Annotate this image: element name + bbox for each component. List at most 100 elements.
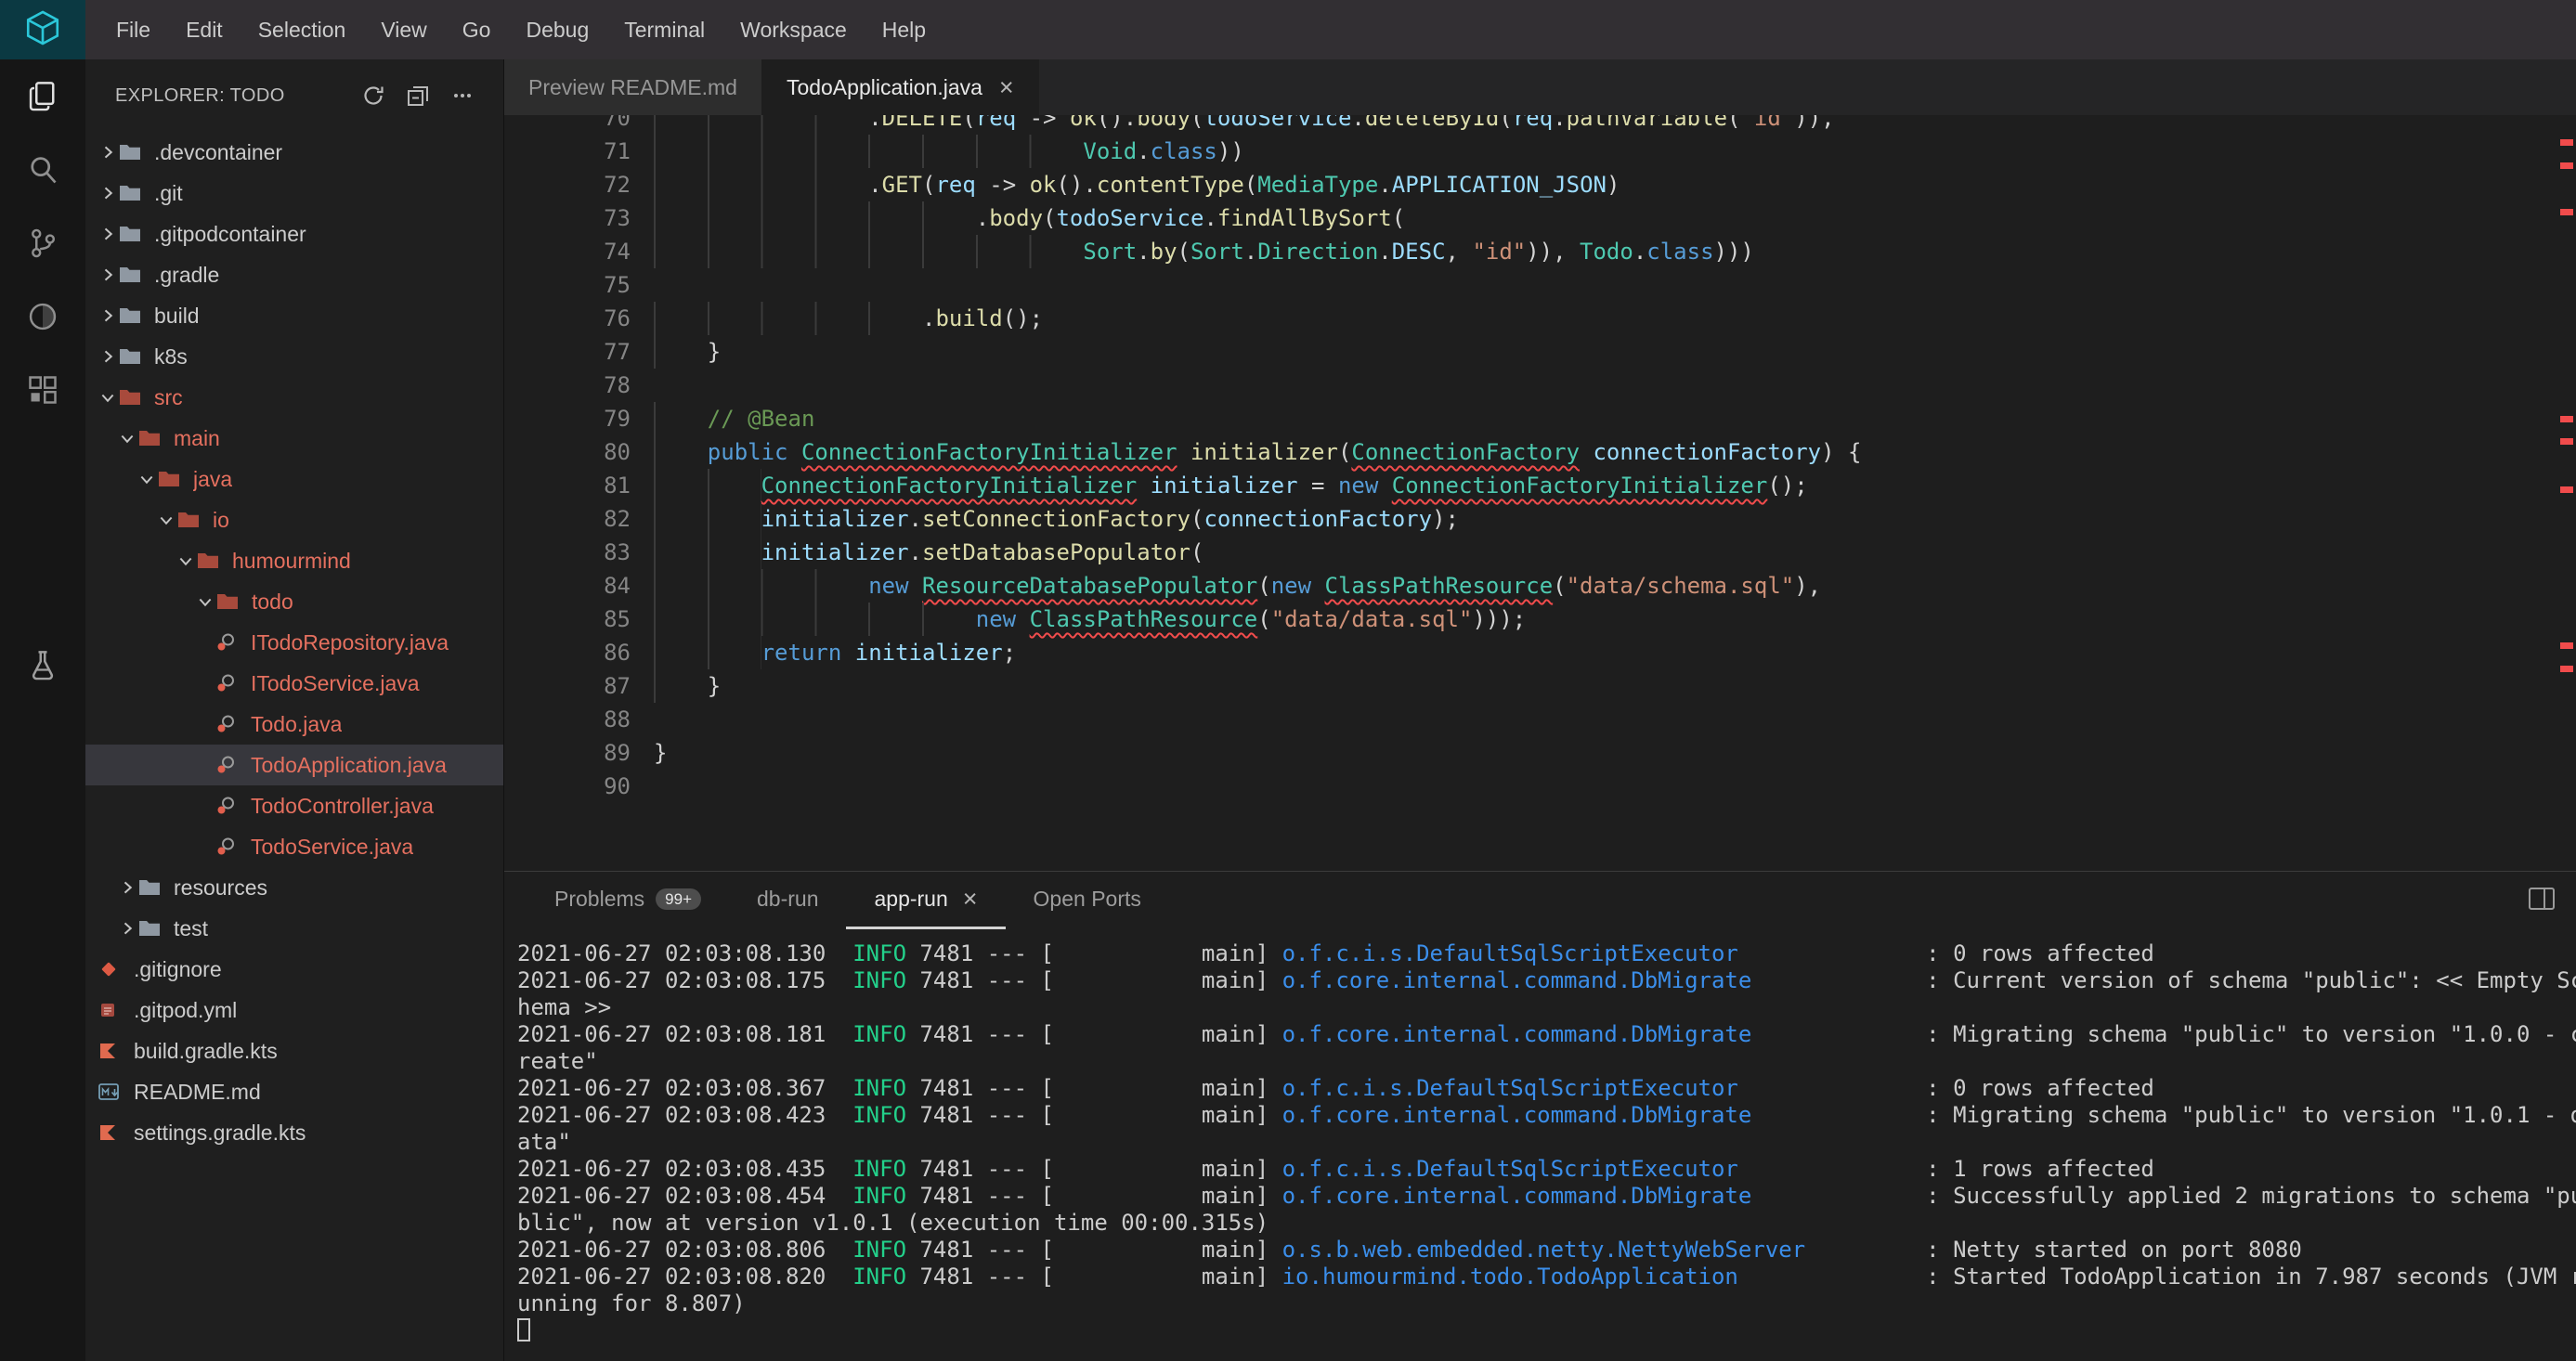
editor-tab[interactable]: Preview README.md [504,59,762,115]
line-number: 84 [504,569,631,603]
chevron-right-icon [98,184,119,202]
test-flask-icon[interactable] [0,629,85,702]
tree-item-main[interactable]: main [85,418,503,459]
line-content: } [654,736,2576,770]
code-line: 76 .build(); [504,302,2576,335]
line-number: 89 [504,736,631,770]
folder-icon [119,347,147,366]
tree-item-label: README.md [134,1080,261,1105]
close-icon[interactable]: × [999,75,1014,100]
folder-icon [216,592,244,611]
tree-item-resources[interactable]: resources [85,867,503,908]
tree-item-k8s[interactable]: k8s [85,336,503,377]
close-icon[interactable]: × [963,887,978,912]
menu-item-edit[interactable]: Edit [168,0,241,59]
panel-tab-open-ports[interactable]: Open Ports [1006,872,1169,929]
editor[interactable]: 70 .DELETE(req -> ok().body(todoService.… [504,115,2576,871]
tree-item-label: resources [174,875,267,901]
tab-label: Preview README.md [528,75,737,100]
tree-item-.git[interactable]: .git [85,173,503,214]
menu-item-selection[interactable]: Selection [241,0,364,59]
tree-item-Todo.java[interactable]: Todo.java [85,704,503,745]
terminal[interactable]: 2021-06-27 02:03:08.130 INFO 7481 --- [ … [504,929,2576,1361]
panel-tab-db-run[interactable]: db-run [729,872,846,929]
code-line: 77 } [504,335,2576,369]
tree-item-TodoService.java[interactable]: TodoService.java [85,826,503,867]
line-number: 74 [504,235,631,268]
line-number: 71 [504,135,631,168]
tree-item-README.md[interactable]: README.md [85,1071,503,1112]
panel-tab-app-run[interactable]: app-run× [846,872,1005,929]
tree-item-java[interactable]: java [85,459,503,499]
tree-item-label: settings.gradle.kts [134,1121,306,1146]
editor-tab[interactable]: TodoApplication.java × [762,59,1039,115]
tree-item-.devcontainer[interactable]: .devcontainer [85,132,503,173]
debug-icon[interactable] [0,279,85,353]
tree-item-settings.gradle.kts[interactable]: settings.gradle.kts [85,1112,503,1153]
panel-tab-problems[interactable]: Problems99+ [527,872,729,929]
app-logo[interactable] [0,0,85,59]
tree-item-label: k8s [154,344,188,369]
explorer-icon[interactable] [0,59,85,133]
terminal-line: ata" [517,1129,2576,1156]
chevron-right-icon [98,266,119,284]
line-content: Sort.by(Sort.Direction.DESC, "id")), Tod… [654,235,2576,268]
tree-item-todo[interactable]: todo [85,581,503,622]
menu-item-help[interactable]: Help [865,0,943,59]
terminal-line: 2021-06-27 02:03:08.181 INFO 7481 --- [ … [517,1021,2576,1048]
tree-item-.gitpodcontainer[interactable]: .gitpodcontainer [85,214,503,254]
menu-item-debug[interactable]: Debug [508,0,606,59]
tree-item-test[interactable]: test [85,908,503,949]
chevron-right-icon [118,919,138,938]
line-content [654,268,2576,302]
line-content [654,770,2576,803]
tab-label: TodoApplication.java [787,75,982,100]
source-control-icon[interactable] [0,206,85,279]
menu-item-go[interactable]: Go [445,0,509,59]
menu-item-view[interactable]: View [363,0,444,59]
tree-item-src[interactable]: src [85,377,503,418]
kotlin-file-icon [98,1042,126,1060]
tree-item-ITodoRepository.java[interactable]: ITodoRepository.java [85,622,503,663]
tree-item-.gitignore[interactable]: .gitignore [85,949,503,990]
tree-item-humourmind[interactable]: humourmind [85,540,503,581]
editor-group: Preview README.md TodoApplication.java × 7… [504,59,2576,1361]
refresh-icon[interactable] [360,83,386,109]
tree-item-ITodoService.java[interactable]: ITodoService.java [85,663,503,704]
line-number: 75 [504,268,631,302]
line-content: .DELETE(req -> ok().body(todoService.del… [654,115,2576,135]
tree-item-TodoController.java[interactable]: TodoController.java [85,785,503,826]
tree-item-label: .gitpod.yml [134,998,237,1023]
line-content: } [654,335,2576,369]
tree-item-label: Todo.java [251,712,342,737]
explorer-actions [360,83,475,109]
extensions-icon[interactable] [0,353,85,426]
tree-item-.gradle[interactable]: .gradle [85,254,503,295]
terminal-line: 2021-06-27 02:03:08.367 INFO 7481 --- [ … [517,1075,2576,1102]
line-number: 70 [504,115,631,135]
line-number: 82 [504,502,631,536]
tree-item-.gitpod.yml[interactable]: .gitpod.yml [85,990,503,1030]
java-file-icon [215,836,243,857]
problems-badge: 99+ [656,888,701,910]
menu-item-workspace[interactable]: Workspace [722,0,865,59]
error-mark [2560,438,2573,445]
menu-item-terminal[interactable]: Terminal [606,0,722,59]
collapse-all-icon[interactable] [405,83,431,109]
java-file-icon [215,796,243,816]
java-file-icon [215,673,243,693]
tree-item-build[interactable]: build [85,295,503,336]
chevron-right-icon [98,225,119,243]
panel-layout-icon[interactable] [2528,887,2556,915]
panel-actions [2528,872,2556,929]
tree-item-build.gradle.kts[interactable]: build.gradle.kts [85,1030,503,1071]
tree-item-TodoApplication.java[interactable]: TodoApplication.java [85,745,503,785]
search-icon[interactable] [0,133,85,206]
more-actions-icon[interactable] [449,83,475,109]
line-number: 83 [504,536,631,569]
overview-ruler[interactable] [2557,115,2576,871]
line-content: // @Bean [654,402,2576,435]
tree-item-io[interactable]: io [85,499,503,540]
menu-item-file[interactable]: File [98,0,168,59]
tree-item-label: .gradle [154,263,219,288]
